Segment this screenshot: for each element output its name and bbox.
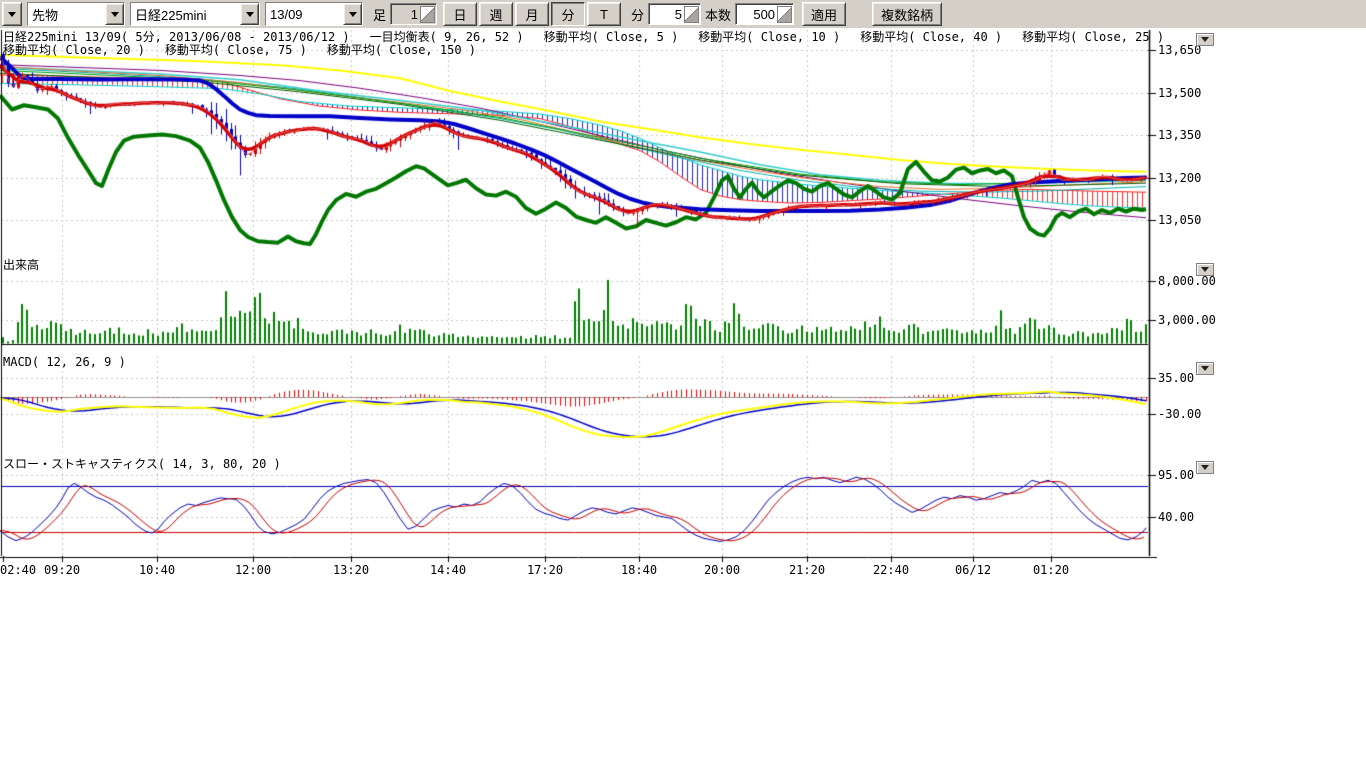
indicator-label: 移動平均( Close, 40 ) (860, 30, 1002, 44)
minutes-label: 分 (631, 5, 644, 24)
trading-app: { "toolbar": { "symbol_category": "先物", … (0, 0, 1366, 768)
category-select[interactable]: 先物 (27, 2, 125, 26)
x-axis-label: 02:40 (0, 563, 36, 577)
x-axis-label: 06/12 (955, 563, 991, 577)
toolbar: 先物 日経225mini 13/09 足 1 日週月分T 分 5 本数 500 … (0, 0, 1366, 28)
chevron-down-icon[interactable] (343, 3, 362, 25)
category-select-value: 先物 (28, 3, 105, 25)
chevron-down-icon (1201, 366, 1209, 371)
chevron-down-icon (1201, 267, 1209, 272)
stoch-axis-label: 95.00 (1158, 468, 1194, 482)
period-button-group: 日週月分T (441, 2, 621, 26)
volume-panel-label: 出来高 (3, 259, 39, 272)
x-axis-label: 14:40 (430, 563, 466, 577)
chevron-down-icon (8, 12, 16, 17)
price-axis-label: 13,650 (1158, 43, 1201, 57)
indicator-label: 移動平均( Close, 75 ) (165, 43, 307, 57)
x-axis-label: 10:40 (139, 563, 175, 577)
chart-header-line2: 移動平均( Close, 20 ) 移動平均( Close, 75 ) 移動平均( … (3, 44, 496, 57)
minutes-input[interactable]: 5 (648, 3, 701, 25)
chart-menu-dropdown-button[interactable] (2, 2, 22, 26)
symbol-select[interactable]: 日経225mini (130, 2, 260, 26)
price-axis-label: 13,050 (1158, 213, 1201, 227)
price-axis-label: 13,200 (1158, 171, 1201, 185)
bar-interval-input[interactable]: 1 (390, 3, 437, 25)
stoch-panel-label: スロー・ストキャスティクス( 14, 3, 80, 20 ) (3, 458, 281, 471)
x-axis-label: 20:00 (704, 563, 740, 577)
x-axis-label: 17:20 (527, 563, 563, 577)
macd-axis-label: -30.00 (1158, 407, 1201, 421)
spinner-icon[interactable] (684, 6, 699, 23)
indicator-label: 移動平均( Close, 20 ) (3, 43, 145, 57)
volume-axis-label: 3,000.00 (1158, 313, 1216, 327)
indicator-label: 移動平均( Close, 5 ) (544, 30, 679, 44)
bar-count-input[interactable]: 500 (735, 3, 794, 25)
period-button-月[interactable]: 月 (515, 2, 549, 26)
x-axis-label: 12:00 (235, 563, 271, 577)
x-axis-label: 09:20 (44, 563, 80, 577)
spinner-icon[interactable] (420, 6, 435, 23)
chart-title: 日経225mini 13/09( 5分, 2013/06/08 - 2013/0… (3, 30, 350, 44)
contract-month-value: 13/09 (266, 3, 343, 25)
macd-panel-label: MACD( 12, 26, 9 ) (3, 356, 126, 369)
period-button-日[interactable]: 日 (443, 2, 477, 26)
bar-count-label: 本数 (705, 5, 731, 24)
chevron-down-icon (1201, 37, 1209, 42)
symbol-select-value: 日経225mini (131, 3, 240, 25)
macd-panel-menu-button[interactable] (1196, 362, 1214, 375)
indicator-label: 移動平均( Close, 25 ) (1022, 30, 1164, 44)
stoch-panel-menu-button[interactable] (1196, 461, 1214, 474)
x-axis-label: 22:40 (873, 563, 909, 577)
indicator-label: 移動平均( Close, 10 ) (698, 30, 840, 44)
indicator-label: 一目均衡表( 9, 26, 52 ) (370, 30, 524, 44)
volume-axis-label: 8,000.00 (1158, 274, 1216, 288)
x-axis-label: 13:20 (333, 563, 369, 577)
price-axis-label: 13,350 (1158, 128, 1201, 142)
x-axis-label: 01:20 (1033, 563, 1069, 577)
period-button-週[interactable]: 週 (479, 2, 513, 26)
macd-axis-label: 35.00 (1158, 371, 1194, 385)
multi-symbol-button[interactable]: 複数銘柄 (872, 2, 942, 26)
chevron-down-icon (1201, 465, 1209, 470)
chevron-down-icon[interactable] (105, 3, 124, 25)
price-axis-label: 13,500 (1158, 86, 1201, 100)
indicator-label: 移動平均( Close, 150 ) (327, 43, 476, 57)
volume-panel-menu-button[interactable] (1196, 263, 1214, 276)
apply-button[interactable]: 適用 (802, 2, 846, 26)
x-axis-label: 18:40 (621, 563, 657, 577)
period-button-T[interactable]: T (587, 2, 621, 26)
bar-type-label: 足 (373, 5, 386, 24)
x-axis-label: 21:20 (789, 563, 825, 577)
chevron-down-icon[interactable] (240, 3, 259, 25)
spinner-icon[interactable] (777, 6, 792, 23)
stoch-axis-label: 40.00 (1158, 510, 1194, 524)
price-panel-menu-button[interactable] (1196, 33, 1214, 46)
contract-month-select[interactable]: 13/09 (265, 2, 363, 26)
period-button-分[interactable]: 分 (551, 2, 585, 26)
